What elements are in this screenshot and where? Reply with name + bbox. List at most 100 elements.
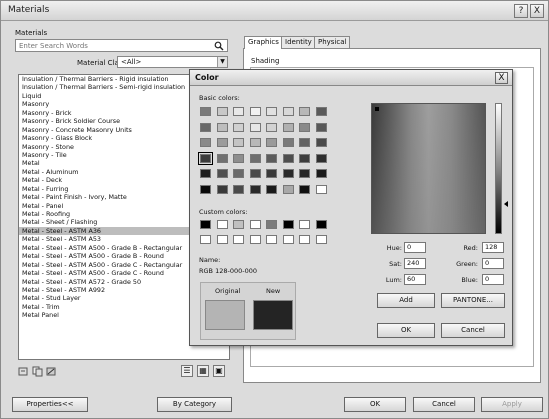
large-thumbnail-view-icon[interactable]: ▣ xyxy=(213,365,225,377)
luminance-slider[interactable] xyxy=(495,103,502,234)
basic-color-swatch[interactable] xyxy=(200,138,211,147)
custom-color-swatch[interactable] xyxy=(249,220,261,229)
custom-color-swatch[interactable] xyxy=(282,235,294,244)
basic-color-swatch[interactable] xyxy=(233,138,244,147)
basic-color-swatch[interactable] xyxy=(315,122,327,132)
by-category-button[interactable]: By Category xyxy=(157,397,232,412)
custom-color-swatch[interactable] xyxy=(233,235,244,244)
basic-color-swatch[interactable] xyxy=(200,107,211,116)
basic-color-swatch[interactable] xyxy=(266,153,277,163)
tab-graphics[interactable]: Graphics xyxy=(244,36,283,49)
tab-physical[interactable]: Physical xyxy=(314,36,351,49)
blue-field[interactable]: 0 xyxy=(482,274,504,285)
sat-field[interactable]: 240 xyxy=(404,258,426,269)
basic-color-swatch[interactable] xyxy=(266,184,277,194)
add-button[interactable]: Add xyxy=(377,293,435,308)
search-icon[interactable] xyxy=(214,41,224,51)
basic-color-swatch[interactable] xyxy=(249,169,261,178)
properties-button[interactable]: Properties<< xyxy=(12,397,88,412)
green-field[interactable]: 0 xyxy=(482,258,504,269)
basic-color-swatch[interactable] xyxy=(315,138,327,147)
duplicate-icon[interactable] xyxy=(32,366,43,377)
help-button[interactable]: ? xyxy=(514,4,528,18)
basic-color-swatch[interactable] xyxy=(282,169,294,178)
basic-color-swatch[interactable] xyxy=(216,107,228,116)
basic-color-swatch[interactable] xyxy=(200,122,211,132)
cancel-button[interactable]: Cancel xyxy=(413,397,475,412)
custom-color-swatch[interactable] xyxy=(315,220,327,229)
basic-color-swatch[interactable] xyxy=(216,169,228,178)
custom-color-swatch[interactable] xyxy=(200,220,211,229)
search-input[interactable] xyxy=(16,40,206,51)
new-material-icon[interactable] xyxy=(18,367,28,376)
basic-color-swatch[interactable] xyxy=(249,107,261,116)
material-class-select[interactable]: <All> ▼ xyxy=(117,56,228,68)
tab-identity[interactable]: Identity xyxy=(281,36,316,49)
basic-color-swatch[interactable] xyxy=(299,169,310,178)
basic-color-swatch[interactable] xyxy=(266,107,277,116)
custom-color-swatch[interactable] xyxy=(249,235,261,244)
lum-field[interactable]: 60 xyxy=(404,274,426,285)
basic-color-swatch[interactable] xyxy=(249,184,261,194)
basic-color-swatch[interactable] xyxy=(249,138,261,147)
basic-color-swatch[interactable] xyxy=(233,122,244,132)
custom-color-swatch[interactable] xyxy=(200,235,211,244)
basic-color-swatch[interactable] xyxy=(233,153,244,163)
color-spectrum[interactable] xyxy=(371,103,486,234)
red-field[interactable]: 128 xyxy=(482,242,504,253)
basic-color-swatch[interactable] xyxy=(216,153,228,163)
basic-color-swatch[interactable] xyxy=(315,169,327,178)
basic-color-swatch[interactable] xyxy=(299,153,310,163)
apply-button[interactable]: Apply xyxy=(481,397,543,412)
custom-color-swatch[interactable] xyxy=(266,235,277,244)
color-ok-button[interactable]: OK xyxy=(377,323,435,338)
basic-color-swatch[interactable] xyxy=(249,153,261,163)
custom-color-swatch[interactable] xyxy=(315,235,327,244)
basic-color-swatch[interactable] xyxy=(315,184,327,194)
basic-color-swatch[interactable] xyxy=(216,184,228,194)
custom-color-swatch[interactable] xyxy=(216,235,228,244)
custom-color-swatch[interactable] xyxy=(233,220,244,229)
close-button[interactable]: X xyxy=(530,4,544,18)
color-dialog-close-button[interactable]: X xyxy=(495,72,508,84)
basic-color-swatch[interactable] xyxy=(315,107,327,116)
spectrum-crosshair[interactable] xyxy=(375,107,379,111)
custom-color-swatch[interactable] xyxy=(216,220,228,229)
basic-color-swatch[interactable] xyxy=(266,169,277,178)
basic-color-swatch[interactable] xyxy=(282,153,294,163)
custom-color-swatch[interactable] xyxy=(299,220,310,229)
basic-color-swatch[interactable] xyxy=(282,138,294,147)
basic-color-swatch[interactable] xyxy=(299,184,310,194)
basic-color-swatch[interactable] xyxy=(299,138,310,147)
thumbnail-view-icon[interactable]: ▦ xyxy=(197,365,209,377)
basic-color-swatch[interactable] xyxy=(299,107,310,116)
chevron-down-icon[interactable]: ▼ xyxy=(217,57,227,67)
basic-color-swatch[interactable] xyxy=(266,122,277,132)
ok-button[interactable]: OK xyxy=(344,397,406,412)
basic-color-swatch[interactable] xyxy=(233,169,244,178)
custom-color-swatch[interactable] xyxy=(266,220,277,229)
basic-color-swatch[interactable] xyxy=(299,122,310,132)
basic-color-swatch[interactable] xyxy=(282,122,294,132)
search-box[interactable] xyxy=(15,39,228,52)
rename-icon[interactable] xyxy=(46,367,56,376)
hue-field[interactable]: 0 xyxy=(404,242,426,253)
basic-color-swatch[interactable] xyxy=(282,184,294,194)
basic-color-swatch[interactable] xyxy=(315,153,327,163)
pantone-button[interactable]: PANTONE... xyxy=(441,293,505,308)
luminance-arrow-icon[interactable] xyxy=(504,201,508,207)
basic-color-swatch[interactable] xyxy=(216,138,228,147)
basic-color-swatch[interactable] xyxy=(266,138,277,147)
custom-color-swatch[interactable] xyxy=(282,220,294,229)
color-cancel-button[interactable]: Cancel xyxy=(441,323,505,338)
basic-color-swatch[interactable] xyxy=(249,122,261,132)
basic-color-swatch[interactable] xyxy=(200,169,211,178)
basic-color-swatch[interactable] xyxy=(282,107,294,116)
list-view-icon[interactable]: ☰ xyxy=(181,365,193,377)
custom-color-swatch[interactable] xyxy=(299,235,310,244)
basic-color-swatch[interactable] xyxy=(233,107,244,116)
basic-color-swatch[interactable] xyxy=(216,122,228,132)
basic-color-swatch[interactable] xyxy=(200,184,211,194)
basic-color-swatch[interactable] xyxy=(233,184,244,194)
basic-color-swatch[interactable] xyxy=(198,151,213,165)
